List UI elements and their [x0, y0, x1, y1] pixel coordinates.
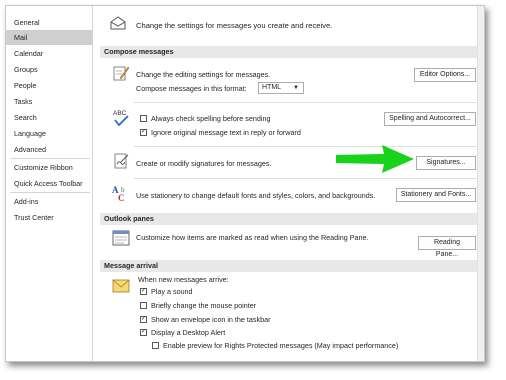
- sidebar-item-tasks[interactable]: Tasks: [6, 94, 92, 109]
- reading-pane-icon: [112, 230, 130, 246]
- chevron-down-icon: ▼: [293, 85, 299, 91]
- editor-options-button[interactable]: Editor Options...: [414, 68, 476, 82]
- compose-format-value: HTML: [262, 84, 282, 91]
- new-mail-icon: [112, 279, 130, 293]
- spell-check-label: Always check spelling before sending: [151, 114, 271, 123]
- compose-format-select[interactable]: HTML ▼: [258, 82, 304, 94]
- stationery-text: Use stationery to change default fonts a…: [136, 191, 376, 200]
- svg-text:C: C: [118, 193, 125, 203]
- signatures-text: Create or modify signatures for messages…: [136, 159, 272, 168]
- ignore-original-checkbox[interactable]: ✓: [140, 129, 147, 136]
- envelope-icon: [110, 16, 126, 30]
- svg-text:b: b: [121, 186, 125, 194]
- page-description: Change the settings for messages you cre…: [136, 21, 333, 30]
- edit-pen-icon: [113, 66, 130, 81]
- ignore-original-label: Ignore original message text in reply or…: [151, 128, 301, 137]
- sidebar-item-advanced[interactable]: Advanced: [6, 142, 92, 157]
- section-divider: [134, 146, 476, 147]
- sidebar-item-people[interactable]: People: [6, 78, 92, 93]
- green-arrow-annotation: [336, 145, 414, 173]
- stationery-icon: A C b: [112, 185, 125, 203]
- spelling-autocorrect-button[interactable]: Spelling and Autocorrect...: [384, 112, 476, 126]
- reading-pane-button[interactable]: Reading Pane...: [418, 236, 476, 258]
- spell-check-checkbox[interactable]: [140, 115, 147, 122]
- rights-preview-checkbox[interactable]: [152, 342, 159, 349]
- message-arrival-section-header: Message arrival: [100, 260, 478, 272]
- sidebar-item-search[interactable]: Search: [6, 110, 92, 125]
- sidebar-item-general[interactable]: General: [6, 15, 92, 30]
- signature-icon: [114, 153, 129, 169]
- sidebar-item-mail[interactable]: Mail: [6, 30, 92, 45]
- play-sound-checkbox[interactable]: ✓: [140, 288, 147, 295]
- spell-check-icon: ABC: [113, 110, 129, 127]
- sidebar-item-language[interactable]: Language: [6, 126, 92, 141]
- outlook-options-window: General Mail Calendar Groups People Task…: [5, 5, 485, 362]
- stationery-fonts-button[interactable]: Stationery and Fonts...: [396, 188, 476, 202]
- section-divider: [134, 178, 476, 179]
- sidebar-item-customize-ribbon[interactable]: Customize Ribbon: [6, 160, 92, 175]
- sidebar-divider: [10, 158, 90, 159]
- compose-section-header: Compose messages: [100, 46, 478, 58]
- outlook-panes-section-header: Outlook panes: [100, 213, 478, 225]
- compose-format-label: Compose messages in this format:: [136, 84, 247, 93]
- sidebar-item-add-ins[interactable]: Add-ins: [6, 194, 92, 209]
- options-sidebar: General Mail Calendar Groups People Task…: [6, 6, 93, 361]
- sidebar-item-groups[interactable]: Groups: [6, 62, 92, 77]
- rights-preview-label: Enable preview for Rights Protected mess…: [163, 341, 399, 350]
- reading-pane-text: Customize how items are marked as read w…: [136, 233, 369, 242]
- sidebar-item-quick-access-toolbar[interactable]: Quick Access Toolbar: [6, 176, 92, 191]
- play-sound-label: Play a sound: [151, 287, 193, 296]
- vertical-scrollbar[interactable]: [477, 6, 484, 361]
- section-divider: [134, 102, 476, 103]
- change-pointer-checkbox[interactable]: [140, 302, 147, 309]
- editing-settings-text: Change the editing settings for messages…: [136, 70, 271, 79]
- signatures-button[interactable]: Signatures...: [416, 156, 476, 170]
- arrival-intro-text: When new messages arrive:: [138, 275, 229, 284]
- sidebar-item-calendar[interactable]: Calendar: [6, 46, 92, 61]
- desktop-alert-checkbox[interactable]: ✓: [140, 329, 147, 336]
- envelope-taskbar-label: Show an envelope icon in the taskbar: [151, 315, 271, 324]
- change-pointer-label: Briefly change the mouse pointer: [151, 301, 257, 310]
- desktop-alert-label: Display a Desktop Alert: [151, 328, 226, 337]
- sidebar-item-trust-center[interactable]: Trust Center: [6, 210, 92, 225]
- mail-options-panel: Change the settings for messages you cre…: [94, 6, 484, 361]
- envelope-taskbar-checkbox[interactable]: ✓: [140, 316, 147, 323]
- svg-text:ABC: ABC: [113, 110, 127, 117]
- sidebar-divider: [10, 192, 90, 193]
